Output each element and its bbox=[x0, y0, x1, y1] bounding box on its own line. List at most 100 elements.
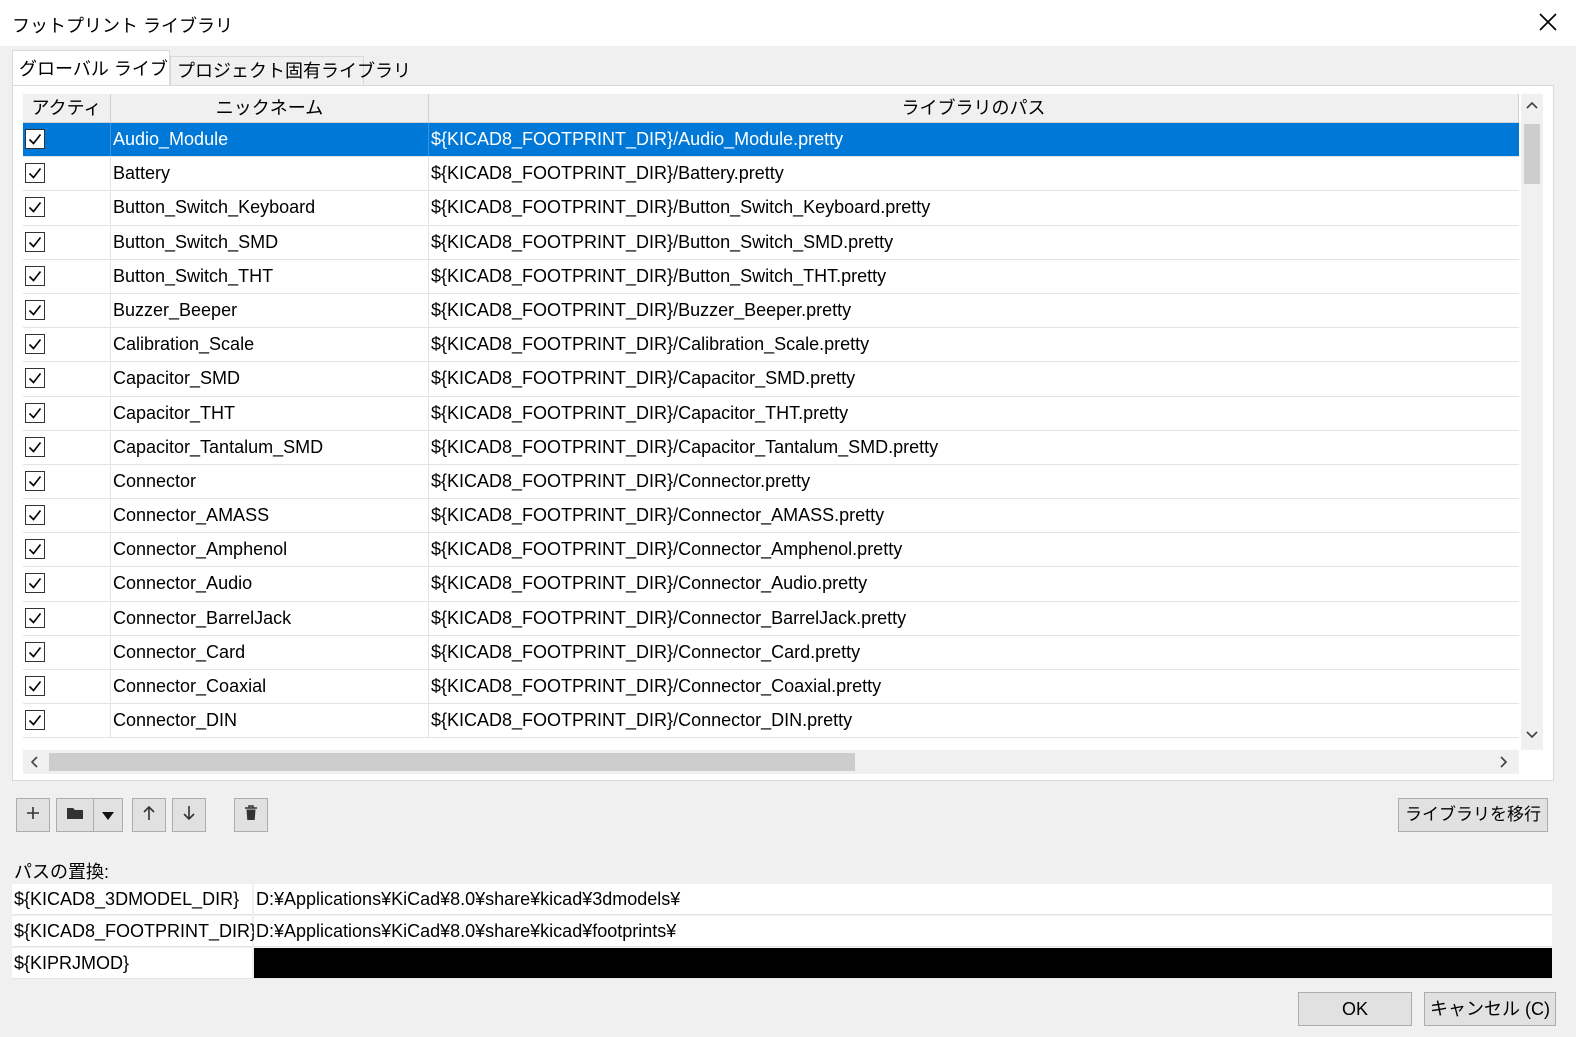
tab-global-libraries[interactable]: グローバル ライブラリ bbox=[12, 50, 204, 86]
nickname-cell[interactable]: Button_Switch_THT bbox=[111, 259, 429, 293]
library-path-cell[interactable]: ${KICAD8_FOOTPRINT_DIR}/Calibration_Scal… bbox=[429, 328, 1519, 361]
nickname-cell[interactable]: Calibration_Scale bbox=[111, 328, 429, 362]
move-up-button[interactable] bbox=[132, 798, 166, 832]
active-cell bbox=[23, 396, 111, 430]
move-down-button[interactable] bbox=[172, 798, 206, 832]
table-row[interactable]: Battery ${KICAD8_FOOTPRINT_DIR}/Battery.p… bbox=[23, 157, 1519, 192]
nickname-cell[interactable]: Audio_Module bbox=[111, 123, 429, 156]
active-checkbox[interactable] bbox=[25, 163, 45, 184]
active-checkbox[interactable] bbox=[25, 505, 45, 526]
nickname-cell[interactable]: Buzzer_Beeper bbox=[111, 293, 429, 327]
tab-project-libraries[interactable]: プロジェクト固有ライブラリ bbox=[170, 56, 411, 86]
nickname-cell[interactable]: Connector bbox=[111, 464, 429, 498]
nickname-cell[interactable]: Battery bbox=[111, 157, 429, 191]
active-checkbox[interactable] bbox=[25, 299, 45, 320]
table-row[interactable]: Connector_Amphenol ${KICAD8_FOOTPRINT_DIR… bbox=[23, 533, 1519, 568]
active-cell bbox=[23, 362, 111, 396]
ok-button[interactable]: OK bbox=[1298, 992, 1412, 1026]
substitution-row: ${KIPRJMOD} bbox=[12, 948, 1554, 980]
library-path-cell[interactable]: ${KICAD8_FOOTPRINT_DIR}/Capacitor_SMD.pr… bbox=[429, 362, 1519, 395]
active-checkbox[interactable] bbox=[25, 231, 45, 252]
delete-library-button[interactable] bbox=[234, 798, 268, 832]
browse-library-button[interactable] bbox=[56, 798, 94, 832]
table-row[interactable]: Connector_DIN ${KICAD8_FOOTPRINT_DIR}/Con… bbox=[23, 704, 1519, 739]
nickname-cell[interactable]: Connector_BarrelJack bbox=[111, 601, 429, 635]
table-row[interactable]: Button_Switch_Keyboard ${KICAD8_FOOTPRINT… bbox=[23, 191, 1519, 226]
table-row[interactable]: Connector ${KICAD8_FOOTPRINT_DIR}/Connect… bbox=[23, 464, 1519, 500]
nickname-cell[interactable]: Connector_Coaxial bbox=[111, 670, 429, 703]
table-row[interactable]: Button_Switch_THT ${KICAD8_FOOTPRINT_DIR}… bbox=[23, 259, 1519, 294]
table-row[interactable]: Connector_Coaxial ${KICAD8_FOOTPRINT_DIR}… bbox=[23, 670, 1519, 705]
browse-library-dropdown-button[interactable] bbox=[93, 798, 123, 832]
table-row[interactable]: Audio_Module ${KICAD8_FOOTPRINT_DIR}/Audi… bbox=[23, 123, 1519, 158]
nickname-cell[interactable]: Button_Switch_SMD bbox=[111, 225, 429, 259]
close-icon[interactable] bbox=[1536, 10, 1560, 34]
table-row[interactable]: Connector_Card ${KICAD8_FOOTPRINT_DIR}/Co… bbox=[23, 635, 1519, 670]
active-checkbox[interactable] bbox=[25, 676, 45, 696]
nickname-cell[interactable]: Capacitor_Tantalum_SMD bbox=[111, 430, 429, 464]
horizontal-scrollbar[interactable] bbox=[23, 750, 1519, 774]
column-header-path[interactable]: ライブラリのパス bbox=[429, 94, 1519, 122]
scroll-up-icon[interactable] bbox=[1524, 98, 1540, 119]
table-row[interactable]: Connector_BarrelJack ${KICAD8_FOOTPRINT_D… bbox=[23, 601, 1519, 636]
library-path-cell[interactable]: ${KICAD8_FOOTPRINT_DIR}/Battery.pretty bbox=[429, 157, 1519, 190]
table-row[interactable]: Connector_Audio ${KICAD8_FOOTPRINT_DIR}/C… bbox=[23, 567, 1519, 602]
library-path-cell[interactable]: ${KICAD8_FOOTPRINT_DIR}/Audio_Module.pre… bbox=[429, 123, 1519, 156]
library-path-cell[interactable]: ${KICAD8_FOOTPRINT_DIR}/Connector_Barrel… bbox=[429, 602, 1519, 635]
library-path-cell[interactable]: ${KICAD8_FOOTPRINT_DIR}/Connector.pretty bbox=[429, 465, 1519, 498]
folder-icon bbox=[66, 805, 84, 826]
library-path-cell[interactable]: ${KICAD8_FOOTPRINT_DIR}/Connector_AMASS.… bbox=[429, 499, 1519, 532]
scroll-down-icon[interactable] bbox=[1524, 726, 1540, 747]
active-checkbox[interactable] bbox=[25, 368, 45, 389]
table-row[interactable]: Connector_AMASS ${KICAD8_FOOTPRINT_DIR}/C… bbox=[23, 499, 1519, 534]
library-path-cell[interactable]: ${KICAD8_FOOTPRINT_DIR}/Connector_DIN.pr… bbox=[429, 704, 1519, 737]
active-checkbox[interactable] bbox=[25, 129, 45, 149]
column-header-active[interactable]: アクティブ bbox=[23, 94, 111, 146]
active-cell bbox=[23, 430, 111, 464]
nickname-cell[interactable]: Button_Switch_Keyboard bbox=[111, 191, 429, 225]
nickname-cell[interactable]: Connector_Amphenol bbox=[111, 533, 429, 567]
library-path-cell[interactable]: ${KICAD8_FOOTPRINT_DIR}/Connector_Amphen… bbox=[429, 533, 1519, 566]
nickname-cell[interactable]: Connector_Card bbox=[111, 635, 429, 669]
active-checkbox[interactable] bbox=[25, 334, 45, 355]
active-checkbox[interactable] bbox=[25, 402, 45, 423]
library-path-cell[interactable]: ${KICAD8_FOOTPRINT_DIR}/Connector_Audio.… bbox=[429, 567, 1519, 600]
library-path-cell[interactable]: ${KICAD8_FOOTPRINT_DIR}/Button_Switch_TH… bbox=[429, 260, 1519, 293]
library-path-cell[interactable]: ${KICAD8_FOOTPRINT_DIR}/Connector_Card.p… bbox=[429, 636, 1519, 669]
column-header-nickname[interactable]: ニックネーム bbox=[111, 94, 429, 122]
active-checkbox[interactable] bbox=[25, 710, 45, 731]
nickname-cell[interactable]: Connector_Audio bbox=[111, 567, 429, 601]
library-path-cell[interactable]: ${KICAD8_FOOTPRINT_DIR}/Button_Switch_SM… bbox=[429, 226, 1519, 259]
table-row[interactable]: Button_Switch_SMD ${KICAD8_FOOTPRINT_DIR}… bbox=[23, 225, 1519, 260]
nickname-cell[interactable]: Connector_DIN bbox=[111, 704, 429, 738]
active-checkbox[interactable] bbox=[25, 539, 45, 560]
scroll-left-icon[interactable] bbox=[27, 754, 43, 775]
library-path-cell[interactable]: ${KICAD8_FOOTPRINT_DIR}/Button_Switch_Ke… bbox=[429, 191, 1519, 224]
table-row[interactable]: Capacitor_SMD ${KICAD8_FOOTPRINT_DIR}/Cap… bbox=[23, 362, 1519, 397]
library-path-cell[interactable]: ${KICAD8_FOOTPRINT_DIR}/Capacitor_Tantal… bbox=[429, 431, 1519, 464]
active-checkbox[interactable] bbox=[25, 436, 45, 457]
table-row[interactable]: Calibration_Scale ${KICAD8_FOOTPRINT_DIR}… bbox=[23, 328, 1519, 363]
scroll-right-icon[interactable] bbox=[1495, 754, 1511, 775]
nickname-cell[interactable]: Connector_AMASS bbox=[111, 499, 429, 533]
nickname-cell[interactable]: Capacitor_THT bbox=[111, 396, 429, 430]
table-row[interactable]: Capacitor_Tantalum_SMD ${KICAD8_FOOTPRINT… bbox=[23, 430, 1519, 465]
vertical-scrollbar[interactable] bbox=[1521, 94, 1543, 750]
add-library-button[interactable] bbox=[16, 798, 50, 832]
active-checkbox[interactable] bbox=[25, 470, 45, 491]
library-path-cell[interactable]: ${KICAD8_FOOTPRINT_DIR}/Connector_Coaxia… bbox=[429, 670, 1519, 703]
migrate-libraries-button[interactable]: ライブラリを移行 bbox=[1398, 798, 1548, 832]
vertical-scroll-thumb[interactable] bbox=[1524, 124, 1540, 184]
active-checkbox[interactable] bbox=[25, 265, 45, 286]
library-path-cell[interactable]: ${KICAD8_FOOTPRINT_DIR}/Buzzer_Beeper.pr… bbox=[429, 294, 1519, 327]
table-row[interactable]: Capacitor_THT ${KICAD8_FOOTPRINT_DIR}/Cap… bbox=[23, 396, 1519, 431]
nickname-cell[interactable]: Capacitor_SMD bbox=[111, 362, 429, 396]
cancel-button[interactable]: キャンセル (C) bbox=[1424, 992, 1556, 1026]
active-checkbox[interactable] bbox=[25, 607, 45, 628]
active-checkbox[interactable] bbox=[25, 641, 45, 662]
active-checkbox[interactable] bbox=[25, 197, 45, 218]
library-path-cell[interactable]: ${KICAD8_FOOTPRINT_DIR}/Capacitor_THT.pr… bbox=[429, 397, 1519, 430]
table-row[interactable]: Buzzer_Beeper ${KICAD8_FOOTPRINT_DIR}/Buz… bbox=[23, 293, 1519, 329]
active-checkbox[interactable] bbox=[25, 573, 45, 594]
horizontal-scroll-thumb[interactable] bbox=[49, 753, 855, 771]
